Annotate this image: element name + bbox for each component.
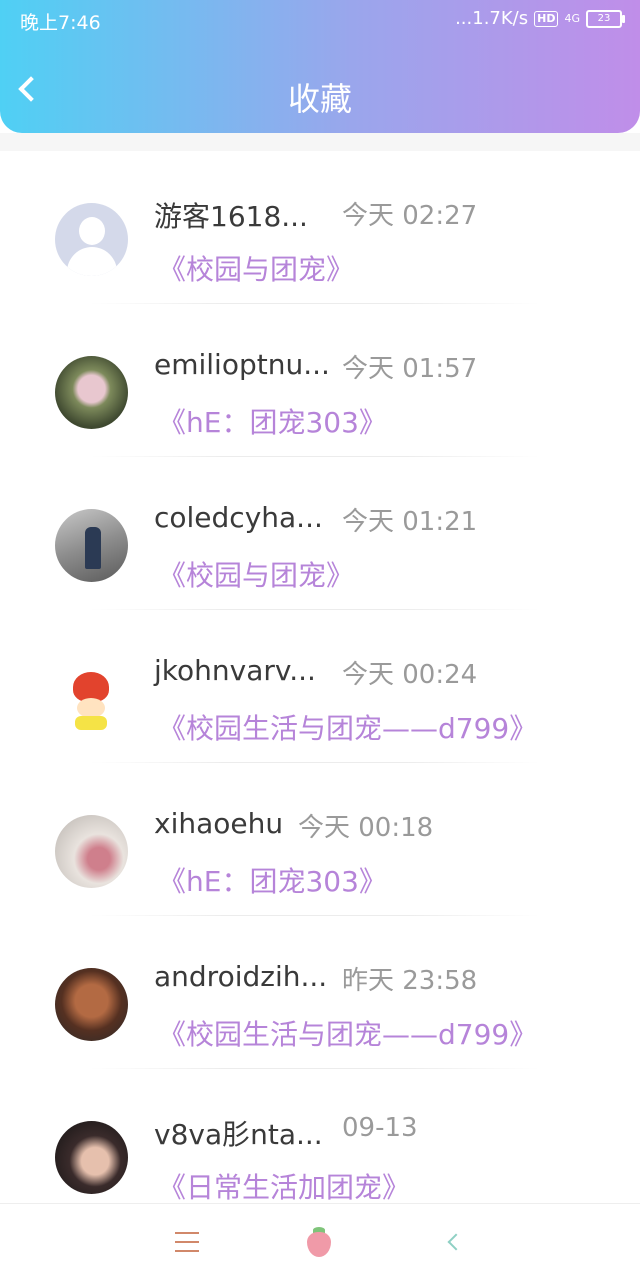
status-icons: ...1.7K/s HD 4G 23: [455, 8, 625, 29]
favorite-time: 今天 01:57: [342, 354, 478, 384]
favorite-time: 今天 00:18: [298, 813, 434, 843]
menu-icon[interactable]: [175, 1232, 199, 1252]
user-name[interactable]: xihaoehu: [154, 807, 283, 840]
list-item[interactable]: 游客1618... 今天 02:27 《校园与团宠》: [0, 151, 640, 304]
strawberry-berry: [307, 1232, 331, 1257]
bottom-bar: [0, 1203, 640, 1280]
street-avatar[interactable]: [55, 509, 128, 582]
hd-badge: HD: [534, 10, 559, 27]
book-title[interactable]: 《校园生活与团宠——d799》: [158, 1013, 537, 1053]
user-name[interactable]: v8va肜nta...: [154, 1113, 323, 1153]
list-item[interactable]: androidzih... 昨天 23:58 《校园生活与团宠——d799》: [0, 916, 640, 1069]
girl-avatar[interactable]: [55, 1121, 128, 1194]
avatar-body-shape: [67, 247, 117, 276]
status-time: 晚上7:46: [20, 12, 101, 34]
favorite-time: 09-13: [342, 1113, 418, 1143]
user-name[interactable]: coledcyha...: [154, 501, 323, 534]
favorite-time: 今天 02:27: [342, 201, 478, 231]
page-title: 收藏: [287, 80, 352, 118]
user-name[interactable]: jkohnvarv...: [154, 654, 316, 687]
favorites-screen: 晚上7:46 ...1.7K/s HD 4G 23 收藏 游客1618... 今…: [0, 0, 640, 1280]
user-name[interactable]: 游客1618...: [154, 195, 308, 235]
avatar-dress: [75, 716, 107, 730]
flower-avatar[interactable]: [55, 815, 128, 888]
muscle-avatar[interactable]: [55, 968, 128, 1041]
header: 晚上7:46 ...1.7K/s HD 4G 23 收藏: [0, 0, 640, 133]
user-name[interactable]: emilioptnu...: [154, 348, 330, 381]
favorite-time: 今天 00:24: [342, 660, 478, 690]
strawberry-icon[interactable]: [307, 1227, 331, 1257]
book-title[interactable]: 《校园与团宠》: [158, 554, 354, 594]
battery-icon: 23: [586, 9, 625, 28]
default-avatar[interactable]: [55, 203, 128, 276]
favorites-list: 游客1618... 今天 02:27 《校园与团宠》 emilioptnu...…: [0, 151, 640, 1201]
book-title[interactable]: 《hE：团宠303》: [158, 860, 387, 900]
list-item[interactable]: emilioptnu... 今天 01:57 《hE：团宠303》: [0, 304, 640, 457]
list-item[interactable]: jkohnvarv... 今天 00:24 《校园生活与团宠——d799》: [0, 610, 640, 763]
list-item[interactable]: v8va肜nta... 09-13 《日常生活加团宠》: [0, 1069, 640, 1201]
favorite-time: 昨天 23:58: [342, 966, 478, 996]
book-title[interactable]: 《校园生活与团宠——d799》: [158, 707, 537, 747]
cactus-avatar[interactable]: [55, 356, 128, 429]
favorite-time: 今天 01:21: [342, 507, 478, 537]
list-item[interactable]: coledcyha... 今天 01:21 《校园与团宠》: [0, 457, 640, 610]
header-divider: [0, 133, 640, 151]
avatar-figure: [85, 527, 101, 569]
network-speed: ...1.7K/s: [455, 8, 529, 29]
book-title[interactable]: 《校园与团宠》: [158, 248, 354, 288]
strawberry-avatar[interactable]: [55, 662, 128, 735]
user-name[interactable]: androidzih...: [154, 960, 327, 993]
list-item[interactable]: xihaoehu 今天 00:18 《hE：团宠303》: [0, 763, 640, 916]
signal-icon: 4G: [564, 12, 580, 25]
avatar-head-shape: [79, 217, 105, 245]
back-icon[interactable]: [447, 1233, 465, 1251]
avatar-face: [77, 698, 105, 718]
book-title[interactable]: 《hE：团宠303》: [158, 401, 387, 441]
book-title[interactable]: 《日常生活加团宠》: [158, 1166, 410, 1201]
